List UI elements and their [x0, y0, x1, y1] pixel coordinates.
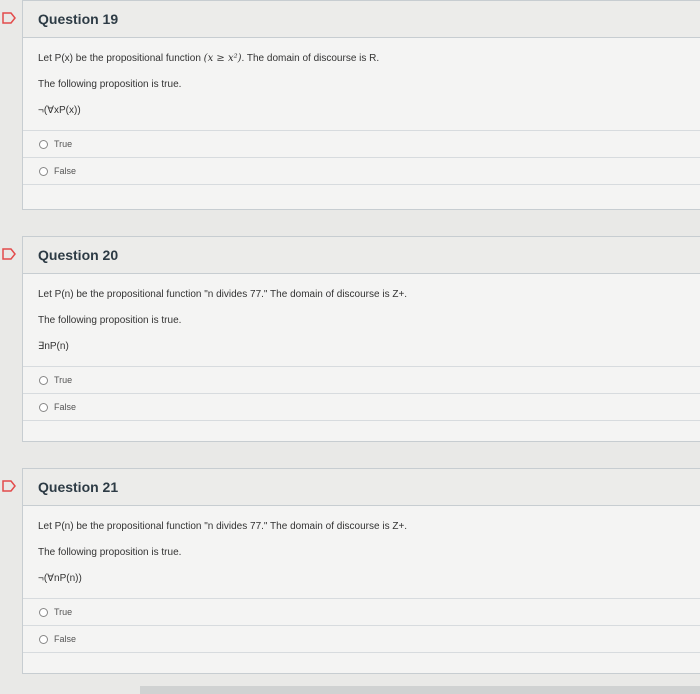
question-20: Question 20 Let P(n) be the propositiona… — [2, 236, 700, 442]
answer-true[interactable]: True — [23, 131, 700, 158]
question-19: Question 19 Let P(x) be the propositiona… — [2, 0, 700, 210]
answer-false[interactable]: False — [23, 626, 700, 653]
flag-icon[interactable] — [1, 246, 17, 262]
question-formula: ¬(∀nP(n)) — [38, 573, 82, 584]
question-title: Question 20 — [23, 237, 700, 274]
radio-button[interactable] — [39, 375, 48, 385]
radio-button[interactable] — [39, 402, 48, 412]
radio-button[interactable] — [39, 166, 48, 176]
answer-true[interactable]: True — [23, 599, 700, 626]
question-formula: ¬(∀xP(x)) — [38, 105, 81, 116]
flag-icon[interactable] — [1, 10, 17, 26]
question-prompt: Let P(x) be the propositional function (… — [38, 53, 380, 64]
math-expression: (x ≥ x²) — [203, 53, 242, 64]
question-formula: ∃nP(n) — [38, 341, 69, 352]
question-title: Question 21 — [23, 469, 700, 506]
question-statement: The following proposition is true. — [38, 79, 182, 90]
flag-icon[interactable] — [1, 478, 17, 494]
radio-button[interactable] — [39, 607, 48, 617]
question-statement: The following proposition is true. — [38, 315, 182, 326]
radio-button[interactable] — [39, 139, 48, 149]
radio-button[interactable] — [39, 634, 48, 644]
question-21: Question 21 Let P(n) be the propositiona… — [2, 468, 700, 674]
question-prompt: Let P(n) be the propositional function "… — [38, 289, 408, 300]
bottom-strip — [140, 686, 700, 694]
answer-false[interactable]: False — [23, 394, 700, 421]
question-statement: The following proposition is true. — [38, 547, 182, 558]
question-title: Question 19 — [23, 1, 700, 38]
answer-false[interactable]: False — [23, 158, 700, 185]
answer-true[interactable]: True — [23, 367, 700, 394]
question-prompt: Let P(n) be the propositional function "… — [38, 521, 408, 532]
